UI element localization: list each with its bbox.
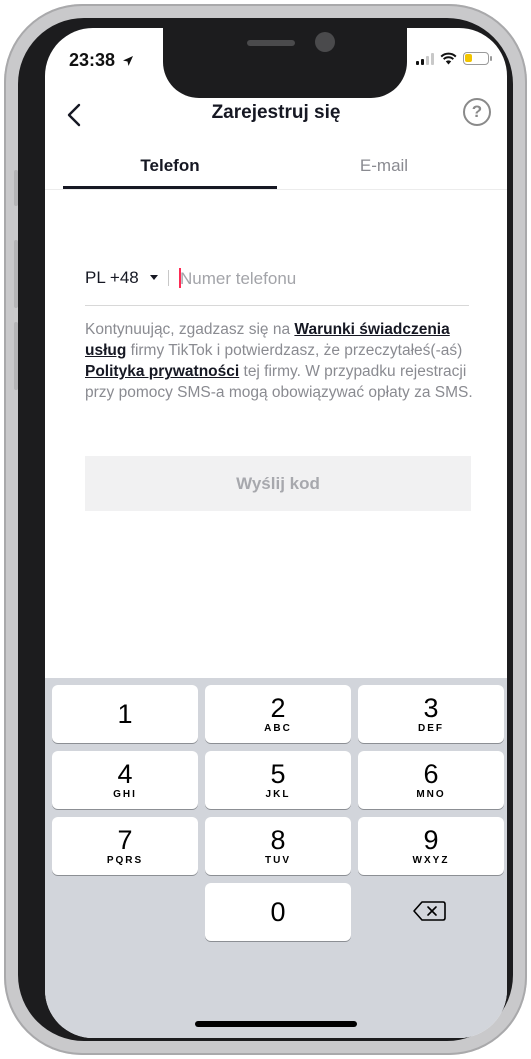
key-3[interactable]: 3 DEF: [358, 685, 504, 743]
key-digit: 2: [270, 693, 286, 723]
cellular-signal-icon: [416, 52, 434, 65]
caret-down-icon[interactable]: [150, 275, 158, 280]
phone-number-input[interactable]: [180, 264, 460, 294]
speaker: [247, 40, 295, 46]
key-8[interactable]: 8 TUV: [205, 817, 351, 875]
battery-level: [465, 54, 472, 62]
status-time: 23:38: [69, 50, 134, 71]
key-9[interactable]: 9 WXYZ: [358, 817, 504, 875]
key-4[interactable]: 4 GHI: [52, 751, 198, 809]
key-digit: 3: [423, 693, 439, 723]
tab-phone[interactable]: Telefon: [63, 156, 277, 176]
legal-text: Kontynuując, zgadzasz się na Warunki świ…: [85, 319, 475, 403]
legal-text-part1: Kontynuując, zgadzasz się na: [85, 321, 295, 338]
key-digit: 5: [270, 759, 286, 789]
status-icons: [416, 52, 492, 65]
key-6[interactable]: 6 MNO: [358, 751, 504, 809]
battery-tip: [490, 56, 492, 61]
key-2[interactable]: 2 ABC: [205, 685, 351, 743]
key-digit: 6: [423, 759, 439, 789]
key-1[interactable]: 1: [52, 685, 198, 743]
numeric-keyboard: 1 2 ABC 3 DEF 4 GHI 5 JKL 6 MNO 7 PQRS 8…: [45, 678, 507, 1038]
key-digit: 7: [117, 825, 133, 855]
key-letters: JKL: [265, 789, 291, 800]
question-circle-icon[interactable]: ?: [463, 98, 491, 126]
key-letters: DEF: [418, 723, 444, 734]
key-digit: 1: [117, 699, 133, 729]
key-digit: 4: [117, 759, 133, 789]
key-letters: GHI: [113, 789, 137, 800]
tab-bar: Telefon E-mail: [45, 150, 507, 190]
notch: [163, 28, 407, 98]
divider: [168, 270, 169, 286]
phone-number-row: PL +48: [85, 258, 469, 306]
key-letters: MNO: [416, 789, 446, 800]
country-code-selector[interactable]: PL +48: [85, 268, 139, 288]
camera: [315, 32, 335, 52]
key-letters: WXYZ: [412, 855, 450, 866]
key-letters: ABC: [264, 723, 292, 734]
home-indicator[interactable]: [195, 1021, 357, 1027]
location-arrow-icon: [123, 56, 134, 66]
navigation-bar: Zarejestruj się ?: [45, 92, 507, 136]
phone-screen: 23:38 Zarejestruj się ? Telefon E-mail P…: [45, 28, 507, 1038]
active-tab-indicator: [63, 186, 277, 189]
key-letters: TUV: [265, 855, 291, 866]
privacy-policy-link[interactable]: Polityka prywatności: [85, 363, 239, 380]
wifi-icon: [440, 52, 457, 65]
key-digit: 0: [270, 897, 286, 927]
tab-email[interactable]: E-mail: [277, 156, 491, 176]
page-title: Zarejestruj się: [211, 102, 341, 123]
legal-text-part2: firmy TikTok i potwierdzasz, że przeczyt…: [126, 342, 463, 359]
key-letters: PQRS: [106, 855, 144, 866]
key-digit: 8: [270, 825, 286, 855]
backspace-icon[interactable]: [410, 896, 450, 926]
key-5[interactable]: 5 JKL: [205, 751, 351, 809]
key-0[interactable]: 0: [205, 883, 351, 941]
key-digit: 9: [423, 825, 439, 855]
key-7[interactable]: 7 PQRS: [52, 817, 198, 875]
send-code-button[interactable]: Wyślij kod: [85, 456, 471, 511]
battery-icon: [463, 52, 492, 65]
